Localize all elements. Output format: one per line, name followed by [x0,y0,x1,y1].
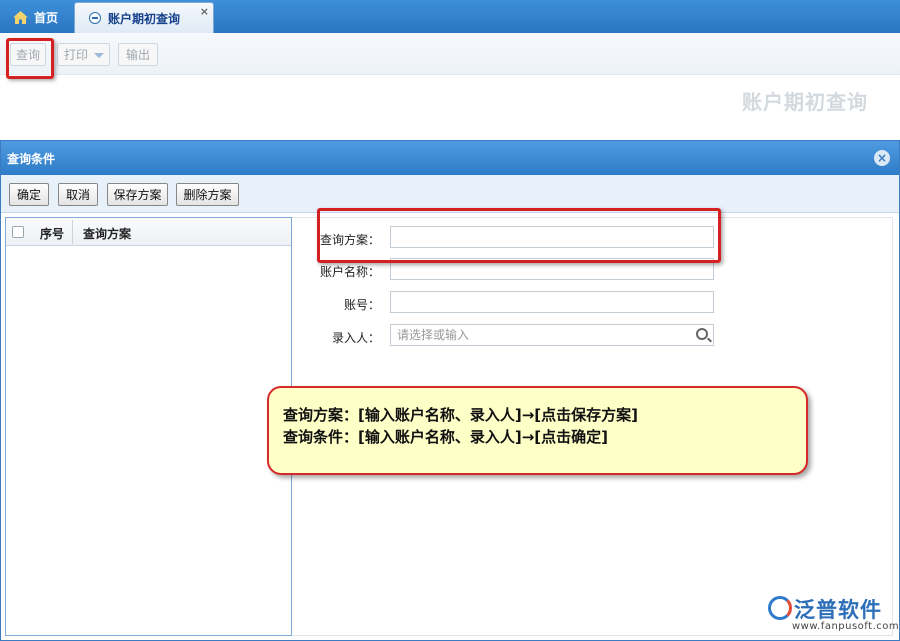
delete-plan-button[interactable]: 删除方案 [176,183,239,206]
account-name-label: 账户名称： [319,265,380,279]
column-header-plan: 查询方案 [83,227,132,241]
print-button-label: 打印 [64,48,89,62]
dialog-title: 查询条件 [7,151,56,166]
tab-account-opening-query[interactable]: 账户期初查询 × [74,2,214,33]
close-icon[interactable]: × [874,150,890,166]
select-all-checkbox[interactable] [12,226,24,238]
cancel-button[interactable]: 取消 [58,183,98,206]
account-number-label: 账号： [343,298,380,312]
highlight-box-plan [317,208,721,263]
save-plan-button[interactable]: 保存方案 [107,183,168,206]
logo-url: www.fanpusoft.com [792,621,900,632]
brand-logo: 泛普软件 www.fanpusoft.com [768,592,899,636]
chevron-down-icon [94,53,104,58]
tab-home[interactable]: 首页 [3,2,73,33]
tab-bar: 首页 账户期初查询 × [0,0,900,33]
home-icon [13,11,28,24]
instruction-callout: 查询方案：[输入账户名称、录入人]→[点击保存方案] 查询条件：[输入账户名称、… [267,386,808,475]
highlight-box-query [6,38,54,79]
logo-mark-icon [768,596,792,620]
plan-list: 序号 查询方案 [5,217,292,636]
plan-list-header: 序号 查询方案 [6,218,291,246]
column-header-seq: 序号 [40,227,65,241]
search-icon[interactable] [696,328,708,340]
confirm-button[interactable]: 确定 [9,183,49,206]
callout-line-2: 查询条件：[输入账户名称、录入人]→[点击确定] [283,428,608,446]
page-title: 账户期初查询 [742,90,868,114]
entered-by-input[interactable] [390,324,714,346]
entered-by-label: 录入人： [331,331,380,345]
callout-line-1: 查询方案：[输入账户名称、录入人]→[点击保存方案] [283,406,638,424]
tab-active-label: 账户期初查询 [108,11,181,26]
column-divider [72,220,73,244]
logo-text: 泛普软件 [794,598,882,622]
page-icon [89,12,101,24]
dialog-header: 查询条件 × [1,141,899,175]
main-toolbar: 查询 打印 输出 [0,33,900,75]
output-button[interactable]: 输出 [118,43,158,66]
tab-close-icon[interactable]: × [200,5,209,18]
tab-home-label: 首页 [34,11,59,25]
print-button[interactable]: 打印 [57,43,110,66]
account-number-input[interactable] [390,291,714,313]
